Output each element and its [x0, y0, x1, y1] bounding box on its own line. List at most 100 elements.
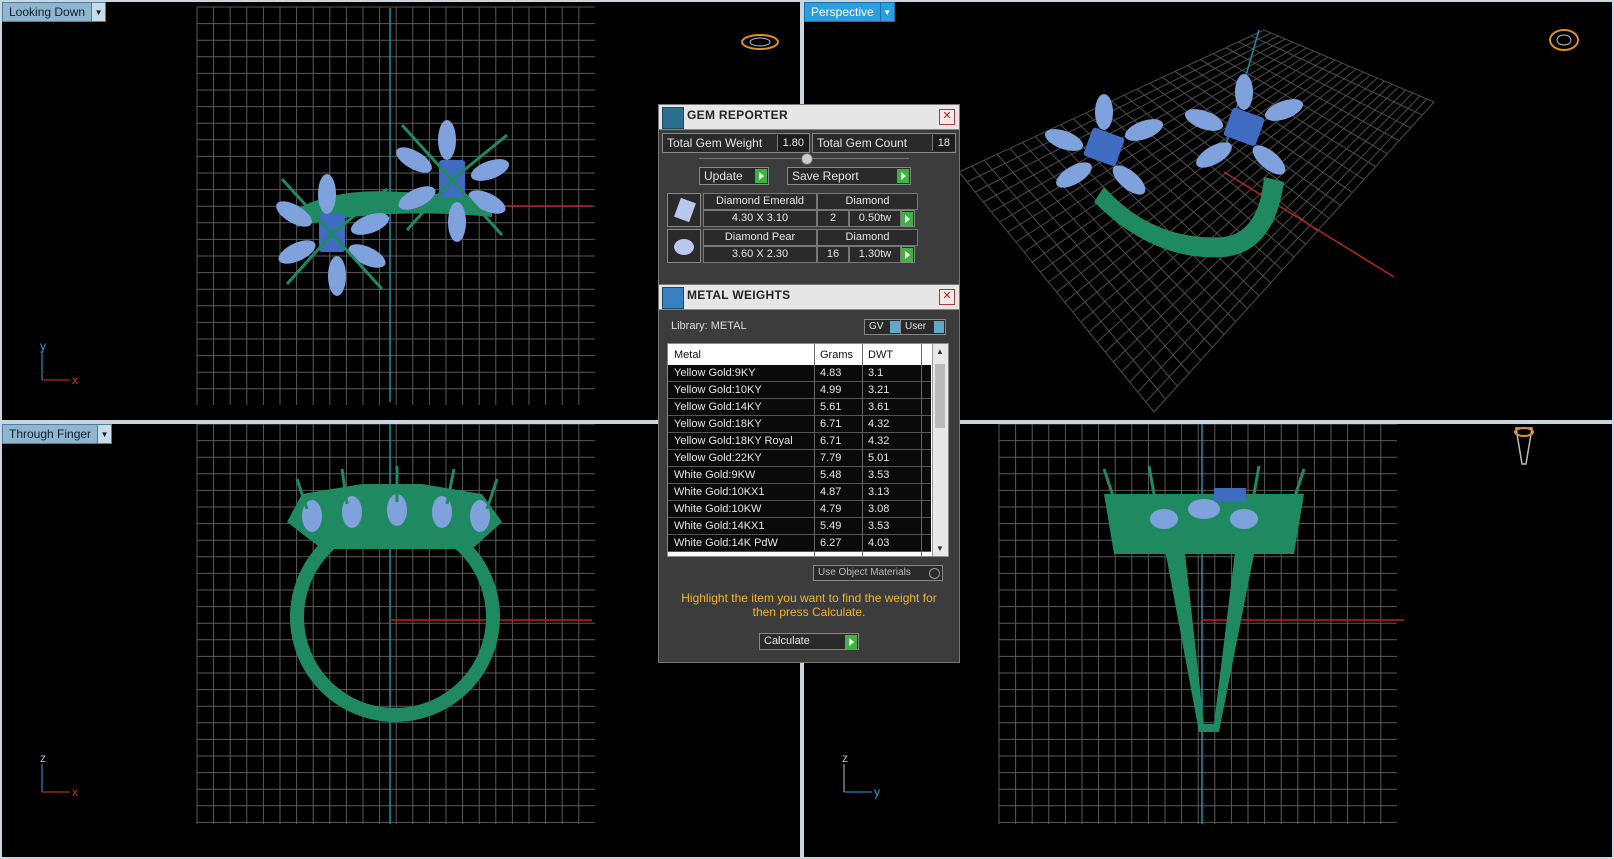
emerald-cut-gem-icon: [667, 193, 701, 227]
gem-select-button[interactable]: [901, 210, 915, 227]
scroll-up-icon[interactable]: ▲: [936, 347, 944, 356]
play-arrow-icon: [901, 212, 913, 226]
view-label: Perspective: [811, 5, 874, 19]
gem-count: 2: [817, 210, 849, 227]
metal-dwt: 4.03: [868, 537, 890, 549]
table-row[interactable]: Yellow Gold:10KY 4.99 3.21: [668, 382, 931, 399]
user-toggle[interactable]: User: [900, 319, 946, 335]
chevron-down-icon[interactable]: ▼: [879, 3, 894, 21]
table-body: Yellow Gold:9KY 4.83 3.1 Yellow Gold:10KY 4.…: [668, 365, 931, 552]
axis-label-h: x: [72, 373, 78, 387]
update-label: Update: [704, 169, 743, 183]
chevron-down-icon[interactable]: ▼: [91, 3, 106, 21]
play-arrow-icon: [845, 635, 857, 649]
view-selector-looking-down[interactable]: Looking Down ▼: [2, 2, 107, 22]
metal-grams: 6.71: [820, 418, 842, 430]
gem-row[interactable]: Diamond Emerald Diamond 4.30 X 3.10 2 0.…: [667, 193, 920, 227]
metal-name: White Gold:10KX1: [674, 486, 765, 498]
metal-name: White Gold:10KW: [674, 503, 762, 515]
table-row[interactable]: Yellow Gold:14KY 5.61 3.61: [668, 399, 931, 416]
chevron-down-icon[interactable]: ▼: [97, 425, 112, 443]
view-selector-perspective[interactable]: Perspective ▼: [804, 2, 895, 22]
metal-name: White Gold:14K PdW: [674, 537, 778, 549]
axis-triad: [41, 764, 70, 793]
column-header-grams[interactable]: Grams: [820, 349, 853, 361]
metal-grams: 6.71: [820, 435, 842, 447]
metal-name: White Gold:9KW: [674, 469, 756, 481]
metal-grams: 6.27: [820, 537, 842, 549]
view-selector-through-finger[interactable]: Through Finger ▼: [2, 424, 113, 444]
collapse-handle[interactable]: [801, 153, 813, 165]
toggle-indicator-icon: [890, 321, 900, 333]
scale-icon: [662, 287, 684, 309]
update-button[interactable]: Update: [699, 167, 769, 185]
metal-name: Yellow Gold:9KY: [674, 367, 756, 379]
column-divider: [921, 344, 922, 556]
calculate-button[interactable]: Calculate: [759, 633, 859, 650]
metal-grams: 5.49: [820, 520, 842, 532]
gem-reporter-titlebar[interactable]: GEM REPORTER ✕: [659, 105, 959, 130]
vertical-scrollbar[interactable]: ▲ ▼: [932, 344, 948, 556]
view-cube-icon: [741, 34, 779, 50]
column-header-dwt[interactable]: DWT: [868, 349, 893, 361]
table-row[interactable]: White Gold:14KX1 5.49 3.53: [668, 518, 931, 535]
library-label: Library: METAL: [671, 320, 747, 332]
save-report-button[interactable]: Save Report: [787, 167, 911, 185]
table-row[interactable]: Yellow Gold:9KY 4.83 3.1: [668, 365, 931, 382]
gv-label: GV: [869, 321, 884, 332]
metal-dwt: 4.32: [868, 418, 890, 430]
table-row[interactable]: White Gold:9KW 5.48 3.53: [668, 467, 931, 484]
table-row[interactable]: Yellow Gold:18KY 6.71 4.32: [668, 416, 931, 433]
table-row[interactable]: Yellow Gold:22KY 7.79 5.01: [668, 450, 931, 467]
total-gem-weight-label: Total Gem Weight: [667, 136, 763, 150]
axis-label-v: y: [40, 339, 46, 353]
view-cube-icon: [1514, 427, 1534, 465]
metal-weights-table[interactable]: Metal Grams DWT Yellow Gold:9KY 4.83 3.1 Ye…: [667, 343, 949, 557]
metal-grams: 4.87: [820, 486, 842, 498]
play-arrow-icon: [755, 169, 767, 183]
table-header: Metal Grams DWT: [668, 344, 931, 364]
metal-dwt: 3.08: [868, 503, 890, 515]
toggle-indicator-icon: [934, 321, 944, 333]
gem-weight: 0.50tw: [849, 210, 901, 227]
metal-dwt: 3.53: [868, 520, 890, 532]
column-divider: [862, 344, 863, 556]
metal-dwt: 4.32: [868, 435, 890, 447]
axis-triad: [41, 352, 70, 381]
table-row[interactable]: White Gold:10KW 4.79 3.08: [668, 501, 931, 518]
close-icon[interactable]: ✕: [939, 289, 955, 305]
table-row[interactable]: White Gold:10KX1 4.87 3.13: [668, 484, 931, 501]
pear-cut-gem-icon: [667, 229, 701, 263]
gem-select-button[interactable]: [901, 246, 915, 263]
panel-title: GEM REPORTER: [687, 108, 788, 122]
table-row[interactable]: Yellow Gold:18KY Royal 6.71 4.32: [668, 433, 931, 450]
axis-label-h: y: [874, 785, 880, 799]
gem-count: 16: [817, 246, 849, 263]
close-icon[interactable]: ✕: [939, 109, 955, 125]
total-gem-count-label: Total Gem Count: [817, 136, 908, 150]
axis-label-h: x: [72, 785, 78, 799]
metal-dwt: 3.61: [868, 401, 890, 413]
scroll-down-icon[interactable]: ▼: [936, 544, 944, 553]
gem-row[interactable]: Diamond Pear Diamond 3.60 X 2.30 16 1.30…: [667, 229, 920, 263]
table-row[interactable]: White Gold:14K PdW 6.27 4.03: [668, 535, 931, 552]
total-gem-weight-value: 1.80: [776, 135, 809, 151]
perspective-grid: [958, 29, 1435, 413]
view-cube-icon: [1549, 29, 1579, 51]
metal-dwt: 3.1: [868, 367, 884, 379]
column-header-metal[interactable]: Metal: [674, 349, 701, 361]
play-arrow-icon: [901, 248, 913, 262]
calculate-label: Calculate: [764, 635, 810, 647]
total-gem-weight-field: Total Gem Weight 1.80: [662, 133, 810, 153]
gem-reporter-panel: GEM REPORTER ✕ Total Gem Weight 1.80 Tot…: [658, 104, 960, 286]
use-object-materials-toggle[interactable]: Use Object Materials: [813, 565, 943, 581]
grid: [998, 424, 1397, 824]
metal-grams: 4.79: [820, 503, 842, 515]
gv-toggle[interactable]: GV: [864, 319, 902, 335]
total-gem-count-value: 18: [931, 135, 955, 151]
metal-weights-titlebar[interactable]: METAL WEIGHTS ✕: [659, 285, 959, 310]
metal-dwt: 3.53: [868, 469, 890, 481]
scroll-thumb[interactable]: [935, 364, 945, 428]
gem-size: 4.30 X 3.10: [703, 210, 817, 227]
metal-grams: 5.61: [820, 401, 842, 413]
